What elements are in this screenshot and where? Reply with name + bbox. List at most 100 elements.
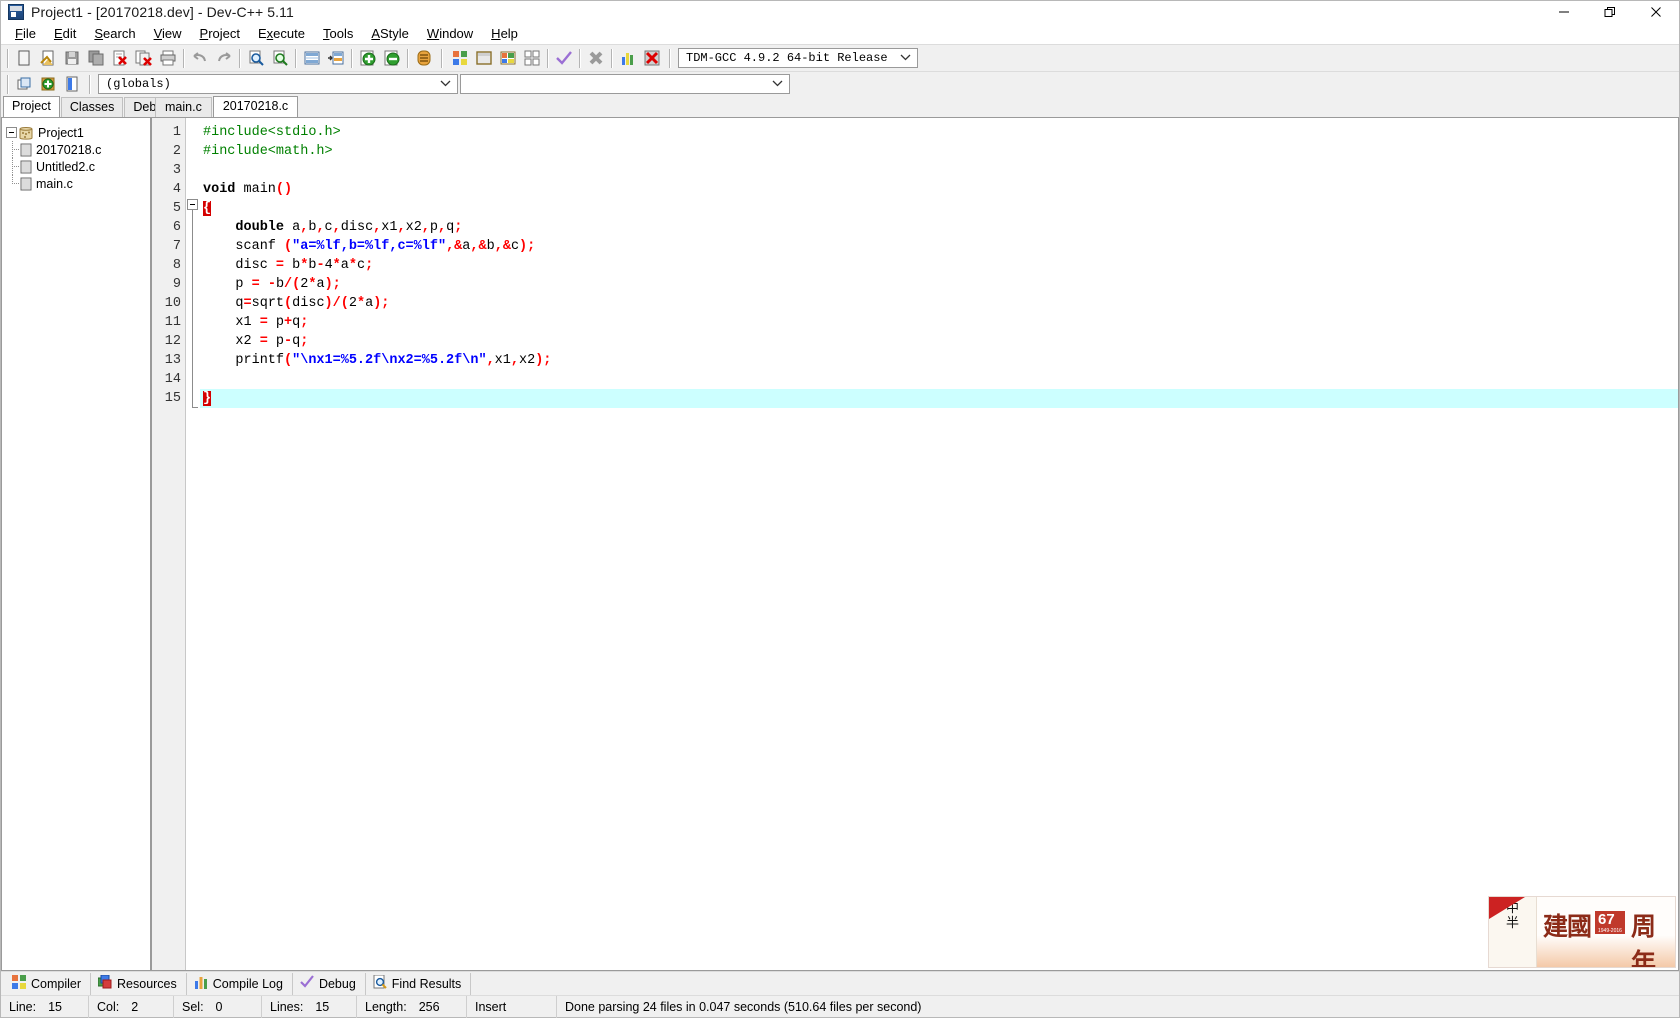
tree-root-project1[interactable]: Project1: [6, 124, 146, 141]
remove-from-project-icon[interactable]: [380, 47, 404, 70]
code-line[interactable]: p = -b/(2*a);: [200, 275, 1678, 294]
save-all-icon[interactable]: [84, 47, 108, 70]
project-tree[interactable]: Project1 20170218.c Untitled2.c main.c: [1, 117, 151, 971]
collapse-icon[interactable]: [6, 127, 17, 138]
compile-log-icon: [194, 975, 208, 992]
status-col-value: 2: [131, 999, 139, 1014]
tab-project[interactable]: Project: [3, 96, 60, 117]
project-options-icon[interactable]: [412, 47, 436, 70]
syntax-check-icon[interactable]: [552, 47, 576, 70]
watermark-title: 建國: [1543, 912, 1592, 941]
compiler-select[interactable]: TDM-GCC 4.9.2 64-bit Release: [678, 48, 918, 68]
bottom-tab-compile-log[interactable]: Compile Log: [187, 972, 293, 995]
menu-search[interactable]: Search: [85, 24, 144, 43]
code-line[interactable]: x1 = p+q;: [200, 313, 1678, 332]
rebuild-all-icon[interactable]: [520, 47, 544, 70]
code-editor[interactable]: 1 2 3 4 5 6 7 8 9 10 11 12 13 14 15 #include<stdio.h> #…: [151, 117, 1679, 971]
compiler-select-value: TDM-GCC 4.9.2 64-bit Release: [686, 51, 888, 65]
code-line[interactable]: printf("\nx1=%5.2f\nx2=%5.2f\n",x1,x2);: [200, 351, 1678, 370]
goto-function-icon[interactable]: [324, 47, 348, 70]
globals-select[interactable]: (globals): [98, 74, 458, 94]
goto-class-browser-icon[interactable]: [60, 73, 84, 96]
menu-execute[interactable]: Execute: [249, 24, 314, 43]
code-line[interactable]: disc = b*b-4*a*c;: [200, 256, 1678, 275]
code-line[interactable]: #include<stdio.h>: [200, 123, 1678, 142]
code-token: ;: [300, 334, 309, 349]
add-to-project-icon[interactable]: [356, 47, 380, 70]
menu-project[interactable]: Project: [191, 24, 249, 43]
debug-icon[interactable]: [640, 47, 664, 70]
code-token: x2: [518, 353, 536, 368]
main-toolbar: TDM-GCC 4.9.2 64-bit Release: [1, 44, 1679, 71]
restore-icon[interactable]: [1587, 1, 1633, 23]
menu-file[interactable]: File: [6, 24, 45, 43]
code-line[interactable]: [200, 370, 1678, 389]
bottom-tab-resources[interactable]: Resources: [91, 972, 187, 995]
code-token: ,: [438, 220, 447, 235]
save-file-icon[interactable]: [60, 47, 84, 70]
code-token: 4: [324, 258, 333, 273]
code-token: *: [332, 258, 341, 273]
new-file-icon[interactable]: [12, 47, 36, 70]
menu-edit[interactable]: Edit: [45, 24, 85, 43]
compile-and-run-icon[interactable]: [496, 47, 520, 70]
run-icon[interactable]: [472, 47, 496, 70]
member-select[interactable]: [460, 74, 790, 94]
menu-window[interactable]: Window: [418, 24, 482, 43]
close-icon[interactable]: [1633, 1, 1679, 23]
editor-tab-20170218-c[interactable]: 20170218.c: [212, 96, 299, 117]
compile-icon[interactable]: [448, 47, 472, 70]
code-line[interactable]: double a,b,c,disc,x1,x2,p,q;: [200, 218, 1678, 237]
menu-view[interactable]: View: [145, 24, 191, 43]
code-token: /(: [284, 277, 301, 292]
toolbar-divider: [351, 48, 353, 68]
chevron-down-icon: [900, 51, 911, 65]
c-file-icon: [20, 177, 32, 191]
line-number: 3: [172, 163, 181, 178]
code-token: b: [275, 277, 285, 292]
menu-help[interactable]: Help: [482, 24, 527, 43]
c-file-icon: [20, 143, 32, 157]
code-line[interactable]: scanf ("a=%lf,b=%lf,c=%lf",&a,&b,&c);: [200, 237, 1678, 256]
code-line[interactable]: void main(): [200, 180, 1678, 199]
tree-item-label: Untitled2.c: [36, 159, 96, 174]
replace-icon[interactable]: [268, 47, 292, 70]
code-line[interactable]: {: [200, 199, 1678, 218]
menu-tools[interactable]: Tools: [314, 24, 362, 43]
code-line[interactable]: #include<math.h>: [200, 142, 1678, 161]
tab-classes[interactable]: Classes: [60, 97, 124, 117]
minimize-icon[interactable]: [1541, 1, 1587, 23]
code-token: ,: [510, 353, 519, 368]
close-file-icon[interactable]: [108, 47, 132, 70]
window-controls: [1541, 1, 1679, 23]
tree-item-file[interactable]: 20170218.c: [6, 141, 146, 158]
redo-icon[interactable]: [212, 47, 236, 70]
close-all-icon[interactable]: [132, 47, 156, 70]
fold-toggle-icon[interactable]: [187, 199, 198, 210]
bottom-tab-debug[interactable]: Debug: [293, 972, 366, 995]
profile-icon[interactable]: [616, 47, 640, 70]
code-line[interactable]: [200, 161, 1678, 180]
open-file-icon[interactable]: [36, 47, 60, 70]
menu-astyle[interactable]: AStyle: [362, 24, 418, 43]
status-insert-mode[interactable]: Insert: [467, 995, 557, 1018]
undo-icon[interactable]: [188, 47, 212, 70]
goto-line-icon[interactable]: [300, 47, 324, 70]
bottom-tab-compiler[interactable]: Compiler: [5, 972, 92, 995]
code-content[interactable]: #include<stdio.h> #include<math.h> void m…: [200, 118, 1678, 970]
insert-icon[interactable]: [12, 73, 36, 96]
code-token: 2: [348, 296, 357, 311]
bottom-tab-find-results[interactable]: Find Results: [366, 972, 472, 995]
editor-tab-main-c[interactable]: main.c: [155, 97, 212, 117]
fold-column[interactable]: [186, 118, 200, 970]
code-line[interactable]: x2 = p-q;: [200, 332, 1678, 351]
stop-execution-icon[interactable]: [584, 47, 608, 70]
code-line[interactable]: q=sqrt(disc)/(2*a);: [200, 294, 1678, 313]
code-token: -: [284, 334, 293, 349]
tree-item-file[interactable]: Untitled2.c: [6, 158, 146, 175]
code-line[interactable]: }: [200, 389, 1678, 408]
tree-item-file[interactable]: main.c: [6, 175, 146, 192]
toggle-breakpoint-icon[interactable]: [36, 73, 60, 96]
print-icon[interactable]: [156, 47, 180, 70]
find-icon[interactable]: [244, 47, 268, 70]
